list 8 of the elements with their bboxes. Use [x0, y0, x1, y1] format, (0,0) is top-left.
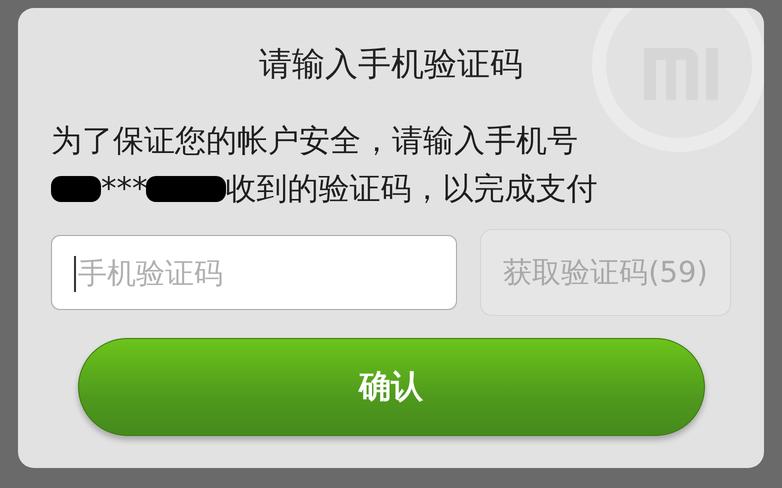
text-cursor: [74, 256, 76, 292]
masked-digits: ***: [101, 170, 148, 209]
confirm-button[interactable]: 确认: [78, 338, 704, 436]
message-line: 收到的验证码，以完成支付: [226, 170, 598, 209]
input-field[interactable]: 手机验证码: [51, 235, 457, 310]
message-line: 为了保证您的帐户安全，请输入手机号: [51, 122, 579, 161]
redaction-mark: [51, 176, 101, 202]
dialog-title: 请输入手机验证码: [259, 43, 523, 85]
